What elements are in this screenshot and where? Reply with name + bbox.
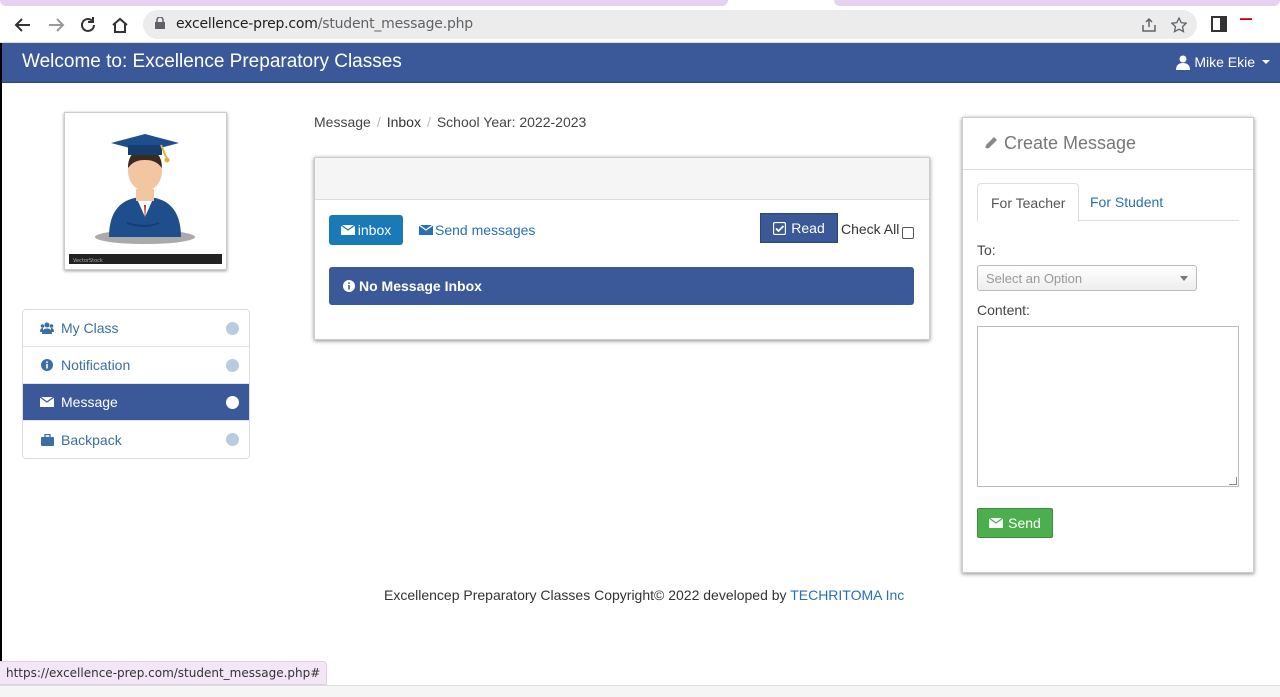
address-bar[interactable]: excellence-prep.com/student_message.php	[143, 10, 1197, 39]
footer-company-link[interactable]: TECHRITOMA Inc	[790, 587, 904, 603]
to-label: To:	[977, 242, 996, 258]
info-icon	[39, 359, 55, 371]
check-all-checkbox[interactable]	[902, 227, 915, 239]
breadcrumb-item[interactable]: Inbox	[387, 114, 421, 130]
check-all-label: Check All	[841, 221, 900, 237]
tab-for-student[interactable]: For Student	[1077, 183, 1176, 221]
envelope-icon	[989, 518, 1004, 528]
user-icon	[1176, 55, 1191, 70]
sidebar-item-backpack[interactable]: Backpack	[23, 421, 249, 458]
send-messages-label: Send messages	[435, 222, 536, 238]
sidebar-item-label: Notification	[61, 357, 131, 373]
envelope-icon	[419, 225, 433, 235]
info-icon	[343, 280, 355, 292]
send-messages-link[interactable]: Send messages	[419, 222, 535, 238]
browser-status-url: https://excellence-prep.com/student_mess…	[0, 661, 328, 685]
chevron-down-icon	[1180, 276, 1188, 281]
sidebar-item-notification[interactable]: Notification	[23, 347, 249, 384]
pencil-icon	[984, 137, 997, 150]
check-square-icon	[773, 221, 787, 235]
inbox-panel-header	[315, 158, 929, 200]
envelope-icon	[39, 397, 55, 407]
empty-inbox-alert: No Message Inbox	[329, 267, 914, 305]
page-edge	[0, 43, 2, 697]
breadcrumb-separator: /	[376, 114, 381, 130]
site-header: Welcome to: Excellence Preparatory Class…	[2, 43, 1280, 83]
sidebar-item-label: Message	[61, 394, 118, 410]
user-name: Mike Ekie	[1194, 54, 1255, 70]
sidebar-item-label: Backpack	[61, 431, 122, 448]
breadcrumb-item[interactable]: Message	[314, 114, 371, 130]
create-message-header: Create Message	[963, 118, 1253, 170]
sidebar-item-my-class[interactable]: My Class	[23, 310, 249, 347]
caret-down-icon	[1262, 60, 1270, 64]
resize-handle-icon[interactable]	[1229, 477, 1237, 485]
recipient-select[interactable]: Select an Option	[977, 265, 1197, 291]
sidebar-nav: My Class Notification Message Backpack	[22, 309, 250, 459]
send-button[interactable]: Send	[977, 508, 1053, 538]
home-icon[interactable]	[109, 14, 131, 36]
users-icon	[39, 322, 55, 334]
circle-arrow-right-icon	[226, 433, 239, 446]
sidebar-item-label: My Class	[61, 320, 119, 336]
breadcrumb-separator: /	[426, 114, 431, 130]
envelope-icon	[340, 225, 355, 235]
content-textarea[interactable]	[977, 326, 1239, 487]
circle-arrow-right-icon	[226, 359, 239, 372]
breadcrumb-item: School Year: 2022-2023	[436, 114, 587, 130]
back-icon[interactable]	[12, 14, 34, 36]
profile-avatar: VectorStock	[64, 112, 227, 270]
forward-icon[interactable]	[45, 14, 67, 36]
recipient-tabs: For Teacher For Student	[977, 183, 1239, 222]
circle-arrow-right-icon	[226, 396, 239, 409]
circle-arrow-right-icon	[226, 322, 239, 335]
read-button-label: Read	[791, 220, 825, 236]
inbox-button-label: inbox	[357, 222, 392, 238]
svg-text:VectorStock: VectorStock	[73, 258, 103, 264]
recipient-select-placeholder: Select an Option	[986, 270, 1083, 286]
lock-icon[interactable]	[155, 17, 165, 29]
breadcrumb: Message / Inbox / School Year: 2022-2023	[314, 114, 586, 130]
create-message-title: Create Message	[1004, 133, 1137, 153]
share-icon[interactable]	[1141, 17, 1157, 33]
user-menu[interactable]: Mike Ekie	[1176, 54, 1270, 70]
site-title: Welcome to: Excellence Preparatory Class…	[22, 51, 402, 72]
check-all: Check All	[841, 219, 915, 239]
create-message-panel: Create Message For Teacher For Student T…	[962, 117, 1254, 573]
url-text: excellence-prep.com/student_message.php	[176, 16, 473, 32]
browser-toolbar: excellence-prep.com/student_message.php …	[0, 6, 1280, 43]
side-panel-icon[interactable]	[1211, 16, 1227, 32]
browser-bottom-strip	[0, 685, 1280, 697]
empty-inbox-text: No Message Inbox	[359, 278, 482, 294]
extension-icon[interactable]: ▬▬	[1240, 16, 1264, 30]
send-button-label: Send	[1008, 515, 1041, 531]
read-button[interactable]: Read	[760, 213, 838, 243]
page-footer: Excellencep Preparatory Classes Copyrigh…	[384, 587, 904, 603]
content-label: Content:	[977, 302, 1030, 318]
tab-for-teacher[interactable]: For Teacher	[977, 183, 1080, 222]
footer-text: Excellencep Preparatory Classes Copyrigh…	[384, 587, 787, 603]
inbox-button[interactable]: inbox	[329, 215, 403, 245]
bookmark-star-icon[interactable]	[1171, 17, 1187, 33]
reload-icon[interactable]	[77, 14, 99, 36]
briefcase-icon	[39, 433, 55, 446]
sidebar-item-message[interactable]: Message	[23, 384, 249, 421]
inbox-panel: inbox Send messages Read Check All No Me…	[314, 157, 930, 340]
